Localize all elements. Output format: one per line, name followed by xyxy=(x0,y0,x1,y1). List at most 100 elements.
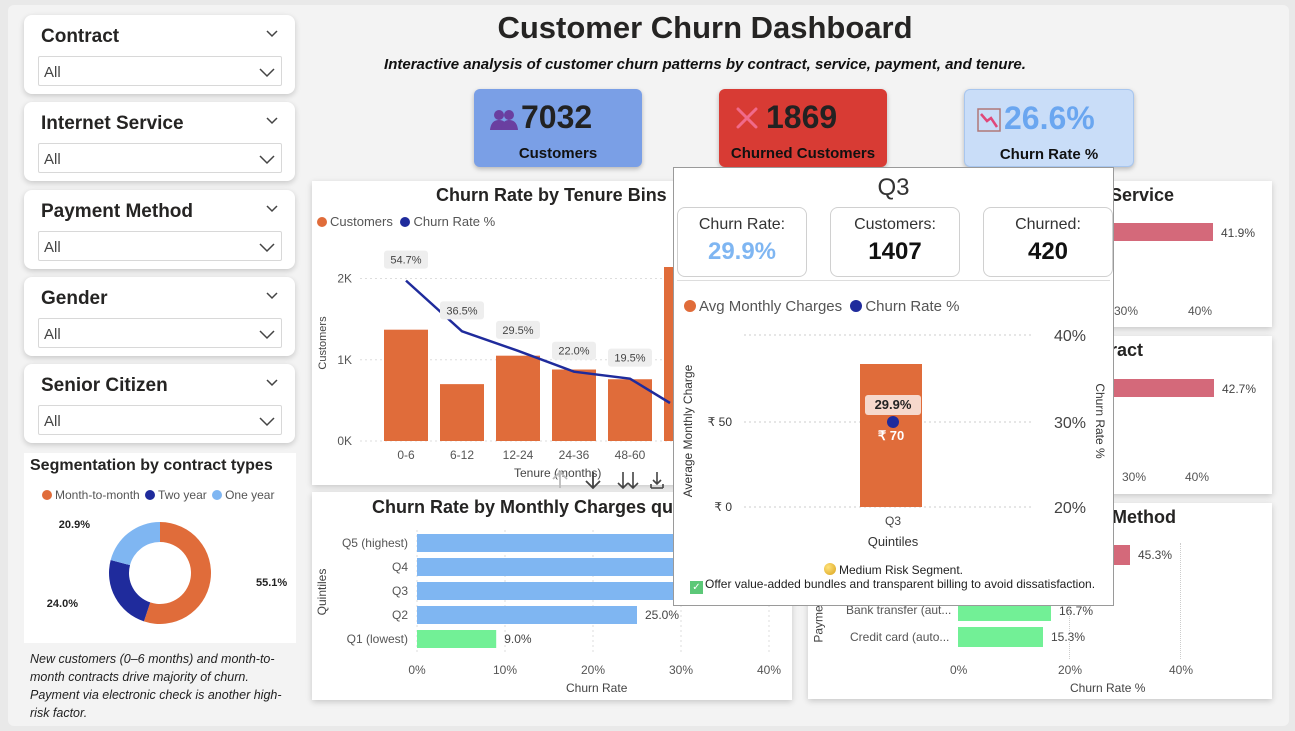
payment-gridline-40 xyxy=(1180,543,1181,659)
monthly-bar-label-q1: 9.0% xyxy=(504,632,532,646)
tooltip-customers-label: Customers: xyxy=(854,216,936,233)
payment-y-label: Payme xyxy=(811,605,826,643)
slicer-dropdown[interactable]: All xyxy=(38,405,282,435)
legend-two-year: Two year xyxy=(158,488,207,502)
x-icon xyxy=(736,107,758,129)
tenure-x-tick: 48-60 xyxy=(615,448,646,462)
tooltip-churn-rate-label: Churn Rate: xyxy=(698,216,786,233)
checkmark-icon: ✓ xyxy=(690,581,703,594)
tenure-chart-card[interactable]: Churn Rate by Tenure Bins Customers Chur… xyxy=(312,181,680,485)
service-bar-label: 41.9% xyxy=(1221,226,1256,240)
monthly-bar xyxy=(417,630,497,648)
slicer-payment-method[interactable]: Payment Method All xyxy=(24,190,295,269)
medium-risk-icon xyxy=(823,563,836,575)
tenure-bar xyxy=(440,384,484,441)
svg-text:29.9%: 29.9% xyxy=(875,397,912,412)
tooltip-customers-value: 1407 xyxy=(868,238,922,265)
legend-one-year: One year xyxy=(225,488,275,502)
tooltip-bar-label: ₹ 70 xyxy=(878,428,904,443)
tooltip-y-right-label: Churn Rate % xyxy=(1093,383,1107,459)
service-chart-card[interactable]: Service 41.9% 30% 40% xyxy=(1110,181,1272,327)
kpi-churned-card[interactable]: 1869 Churned Customers xyxy=(719,89,887,167)
q3-tooltip: Q3 Churn Rate: 29.9% Customers: 1407 Chu… xyxy=(673,167,1114,606)
tooltip-churn-rate-value: 29.9% xyxy=(707,238,777,265)
slicer-title: Contract xyxy=(41,26,120,47)
contract-tick-30: 30% xyxy=(1122,470,1147,484)
visual-header xyxy=(545,468,675,492)
slicer-gender[interactable]: Gender All xyxy=(24,277,295,356)
tooltip-rate-label: 29.9% xyxy=(865,395,921,415)
kpi-churn-rate-card[interactable]: 26.6% Churn Rate % xyxy=(964,89,1134,167)
chevron-down-icon[interactable] xyxy=(265,202,279,216)
tooltip-churned-box: Churned: 420 xyxy=(983,207,1113,277)
tooltip-churn-point xyxy=(887,416,899,428)
chevron-down-icon[interactable] xyxy=(265,376,279,390)
drill-up-icon[interactable] xyxy=(552,470,568,488)
tenure-rate-label: 22.0% xyxy=(552,341,596,360)
contract-chart-card[interactable]: ract 42.7% 30% 40% xyxy=(1110,336,1272,494)
chevron-down-icon[interactable] xyxy=(265,114,279,128)
tooltip-x-label: Quintiles xyxy=(868,534,919,549)
slicer-dropdown[interactable]: All xyxy=(38,143,282,173)
service-bar[interactable] xyxy=(1110,223,1213,241)
tenure-rate-label: 19.5% xyxy=(608,348,652,367)
kpi-customers-card[interactable]: 7032 Customers xyxy=(474,89,642,167)
chevron-down-icon xyxy=(259,68,275,78)
tooltip-x-tick: Q3 xyxy=(885,514,901,528)
monthly-bar xyxy=(417,558,708,576)
tooltip-y-right-tick: 20% xyxy=(1054,500,1086,517)
segmentation-donut[interactable]: 55.1% 24.0% 20.9% xyxy=(24,508,296,638)
tooltip-chart: Average Monthly Charge Churn Rate % 40% ₹ 5… xyxy=(681,328,1107,549)
slicer-senior-citizen[interactable]: Senior Citizen All xyxy=(24,364,295,443)
tooltip-y-left-tick: ₹ 0 xyxy=(714,500,732,514)
tenure-x-tick: 0-6 xyxy=(397,448,415,462)
legend-month-to-month: Month-to-month xyxy=(55,488,140,502)
legend-tooltip-churn-rate: Churn Rate % xyxy=(865,298,960,315)
tooltip-recommendation-text: Offer value-added bundles and transparen… xyxy=(705,577,1096,591)
monthly-bar xyxy=(417,534,708,552)
chevron-down-icon[interactable] xyxy=(265,27,279,41)
tooltip-recommendation: ✓ Offer value-added bundles and transpare… xyxy=(690,577,1095,594)
tenure-bar xyxy=(496,355,540,441)
tenure-bar xyxy=(384,329,428,441)
expand-next-level-icon[interactable] xyxy=(617,472,639,490)
slicer-dropdown[interactable]: All xyxy=(38,56,282,86)
chevron-down-icon xyxy=(259,155,275,165)
tenure-rate-label: 54.7% xyxy=(384,250,428,269)
tooltip-customers-box: Customers: 1407 xyxy=(830,207,960,277)
legend-avg-monthly: Avg Monthly Charges xyxy=(699,298,843,315)
payment-bar-credit[interactable] xyxy=(958,627,1043,647)
monthly-y-tick: Q3 xyxy=(392,584,408,598)
monthly-y-tick: Q4 xyxy=(392,560,408,574)
tenure-chart-plot[interactable]: 2K 1K 0K Customers 0-6 6-12 12-24 24-36 48-60 54.… xyxy=(312,181,680,485)
slicer-internet-service[interactable]: Internet Service All xyxy=(24,102,295,181)
kpi-customers-label: Customers xyxy=(518,145,598,162)
slicer-dropdown[interactable]: All xyxy=(38,231,282,261)
trend-down-icon xyxy=(977,108,1001,132)
tooltip-churn-rate-box: Churn Rate: 29.9% xyxy=(677,207,807,277)
slicer-dropdown[interactable]: All xyxy=(38,318,282,348)
donut-label-0: 55.1% xyxy=(256,577,287,589)
tooltip-y-left-tick: ₹ 50 xyxy=(708,415,733,429)
chevron-down-icon xyxy=(259,243,275,253)
drill-down-icon[interactable] xyxy=(585,472,601,490)
slicer-title: Internet Service xyxy=(41,113,184,134)
kpi-churn-rate-value: 26.6% xyxy=(1004,100,1095,136)
payment-x-label: Churn Rate % xyxy=(1070,681,1146,695)
donut-label-2: 20.9% xyxy=(59,519,90,531)
service-tick-30: 30% xyxy=(1114,304,1139,318)
expand-hierarchy-icon[interactable] xyxy=(650,472,664,489)
slicer-contract[interactable]: Contract All xyxy=(24,15,295,94)
contract-bar-label: 42.7% xyxy=(1222,382,1257,396)
payment-tick-0: 0% xyxy=(950,663,968,677)
slicer-title: Senior Citizen xyxy=(41,375,168,396)
tenure-x-tick: 24-36 xyxy=(559,448,590,462)
chevron-down-icon[interactable] xyxy=(265,289,279,303)
slicer-title: Payment Method xyxy=(41,201,194,222)
contract-bar[interactable] xyxy=(1110,379,1214,397)
kpi-churn-rate-label: Churn Rate % xyxy=(999,146,1099,163)
tenure-bar xyxy=(552,369,596,441)
payment-bar-label-electronic: 45.3% xyxy=(1138,548,1173,562)
tooltip-y-left-label: Average Monthly Charge xyxy=(681,364,695,497)
svg-text:22.0%: 22.0% xyxy=(558,346,589,358)
